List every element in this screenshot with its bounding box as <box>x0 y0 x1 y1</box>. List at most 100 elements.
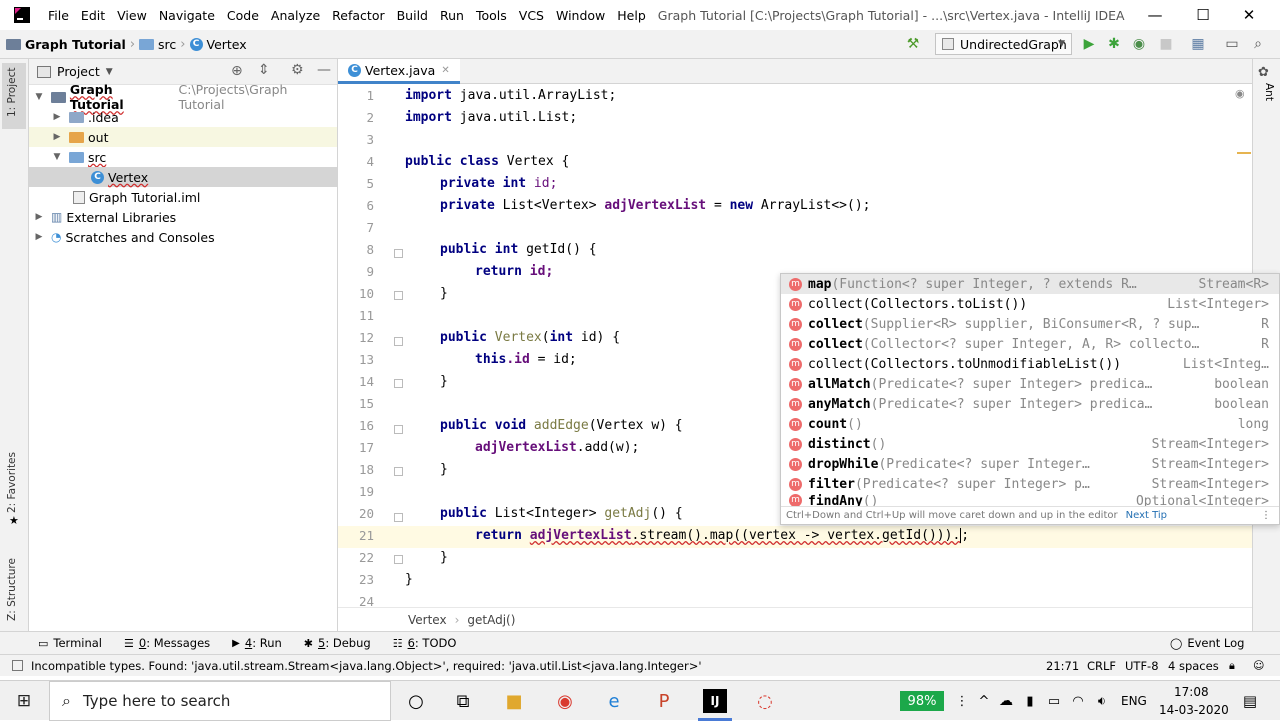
fold-marker-icon[interactable] <box>394 291 403 300</box>
completion-item[interactable]: m map (Function<? super Integer, ? extend… <box>781 274 1279 294</box>
menu-window[interactable]: Window <box>550 8 611 23</box>
fold-marker-icon[interactable] <box>394 337 403 346</box>
collapse-all-icon[interactable]: ⇕ <box>258 62 270 78</box>
powerpoint-icon[interactable]: P <box>652 689 676 713</box>
code-line-20[interactable]: public List<Integer> getAdj() { <box>440 506 683 521</box>
chevron-up-icon[interactable]: ^ <box>972 689 996 713</box>
project-structure-icon[interactable]: ▦ <box>1190 36 1206 52</box>
intellij-taskbar-icon[interactable]: IJ <box>703 689 727 713</box>
onedrive-icon[interactable]: ☁ <box>994 689 1018 713</box>
more-options-icon[interactable]: ⋮ <box>1261 510 1271 521</box>
debug-icon[interactable]: ✱ <box>1106 36 1122 52</box>
lock-icon[interactable]: 🔒︎ <box>1229 659 1235 673</box>
clock-date[interactable]: 14-03-2020 <box>1159 703 1229 717</box>
gear-icon[interactable]: ⚙ <box>291 62 304 78</box>
hidden-icons-icon[interactable]: ⋮ <box>950 689 974 713</box>
code-line-10[interactable]: } <box>440 286 448 301</box>
ant-icon[interactable]: ✿ <box>1258 65 1269 80</box>
menu-analyze[interactable]: Analyze <box>265 8 326 23</box>
code-line-21[interactable]: return adjVertexList.stream().map((verte… <box>475 528 970 543</box>
battery-indicator[interactable]: 98% <box>900 691 944 711</box>
completion-item[interactable]: m dropWhile (Predicate<? super Integer… S… <box>781 454 1279 474</box>
network-icon[interactable]: ▭ <box>1042 689 1066 713</box>
menu-vcs[interactable]: VCS <box>513 8 550 23</box>
nav-crumb-project[interactable]: Graph Tutorial <box>6 37 126 52</box>
code-line-1[interactable]: import java.util.ArrayList; <box>405 88 616 103</box>
completion-item[interactable]: m distinct() Stream<Integer> <box>781 434 1279 454</box>
panel-toggle-icon[interactable] <box>12 660 23 671</box>
line-separator[interactable]: CRLF <box>1087 659 1116 673</box>
warning-marker[interactable] <box>1237 152 1251 154</box>
next-tip-link[interactable]: Next Tip <box>1126 510 1167 521</box>
nav-crumb-src[interactable]: src <box>139 37 176 52</box>
project-panel-title[interactable]: Project <box>57 64 100 79</box>
completion-item[interactable]: m collect(Collectors.toUnmodifiableList(… <box>781 354 1279 374</box>
fold-marker-icon[interactable] <box>394 249 403 258</box>
code-line-12[interactable]: public Vertex(int id) { <box>440 330 620 345</box>
fold-marker-icon[interactable] <box>394 513 403 522</box>
taskbar-search[interactable]: ⌕ Type here to search <box>49 681 391 721</box>
volume-icon[interactable]: 🔉︎ <box>1090 689 1114 713</box>
menu-edit[interactable]: Edit <box>75 8 111 23</box>
tree-item-scratches[interactable]: ▶ ◔ Scratches and Consoles <box>29 227 337 247</box>
favorites-tool-label[interactable]: 2: Favorites <box>6 452 18 513</box>
completion-item[interactable]: m allMatch (Predicate<? super Integer> pr… <box>781 374 1279 394</box>
hide-panel-icon[interactable]: — <box>317 62 331 78</box>
debug-tool-button[interactable]: ✱ 5: Debug <box>304 636 371 650</box>
completion-item[interactable]: m findAny() Optional<Integer> <box>781 494 1279 506</box>
completion-item[interactable]: m collect (Collector<? super Integer, A, … <box>781 334 1279 354</box>
menu-run[interactable]: Run <box>434 8 470 23</box>
code-line-5[interactable]: private int id; <box>440 176 557 191</box>
clock-time[interactable]: 17:08 <box>1174 685 1209 699</box>
notifications-icon[interactable]: ▤ <box>1238 689 1262 713</box>
todo-tool-button[interactable]: ☷ 6: TODO <box>393 636 457 650</box>
run-config-select[interactable]: UndirectedGraph ▼ <box>935 33 1072 55</box>
wifi-icon[interactable]: ◠ <box>1066 689 1090 713</box>
breadcrumb-method[interactable]: getAdj() <box>467 613 515 627</box>
fold-marker-icon[interactable] <box>394 555 403 564</box>
file-explorer-icon[interactable]: ■ <box>502 689 526 713</box>
code-line-2[interactable]: import java.util.List; <box>405 110 577 125</box>
structure-tool-label[interactable]: Z: Structure <box>6 558 18 621</box>
tree-item-idea[interactable]: ▶ .idea <box>29 107 337 127</box>
completion-item[interactable]: m collect(Collectors.toList()) List<Inte… <box>781 294 1279 314</box>
search-everywhere-icon[interactable]: ⌕ <box>1250 36 1266 52</box>
code-line-8[interactable]: public int getId() { <box>440 242 597 257</box>
code-line-18[interactable]: } <box>440 462 448 477</box>
messages-tool-button[interactable]: ☰ 0: Messages <box>124 636 210 650</box>
chrome-icon[interactable]: ◉ <box>553 689 577 713</box>
menu-code[interactable]: Code <box>221 8 265 23</box>
menu-build[interactable]: Build <box>391 8 434 23</box>
code-line-4[interactable]: public class Vertex { <box>405 154 569 169</box>
coverage-icon[interactable]: ◉ <box>1131 36 1147 52</box>
tree-item-vertex[interactable]: C Vertex <box>29 167 337 187</box>
ant-tool-label[interactable]: Ant <box>1263 83 1275 101</box>
fold-marker-icon[interactable] <box>394 379 403 388</box>
chevron-down-icon[interactable]: ▼ <box>106 67 113 77</box>
code-line-6[interactable]: private List<Vertex> adjVertexList = new… <box>440 198 871 213</box>
menu-help[interactable]: Help <box>611 8 652 23</box>
minimize-button[interactable]: — <box>1132 0 1178 30</box>
run-icon[interactable]: ▶ <box>1081 36 1097 52</box>
code-line-23[interactable]: } <box>405 572 413 587</box>
code-line-17[interactable]: adjVertexList.add(w); <box>475 440 639 455</box>
completion-item[interactable]: m collect (Supplier<R> supplier, BiConsum… <box>781 314 1279 334</box>
completion-item[interactable]: m count() long <box>781 414 1279 434</box>
completion-item[interactable]: m anyMatch (Predicate<? super Integer> pr… <box>781 394 1279 414</box>
menu-tools[interactable]: Tools <box>470 8 513 23</box>
code-line-16[interactable]: public void addEdge(Vertex w) { <box>440 418 683 433</box>
tree-item-iml[interactable]: Graph Tutorial.iml <box>29 187 337 207</box>
fold-marker-icon[interactable] <box>394 467 403 476</box>
terminal-tool-button[interactable]: ▭ Terminal <box>38 636 102 650</box>
locate-icon[interactable]: ⊕ <box>231 63 243 79</box>
tree-item-graph-tutorial[interactable]: ▼ Graph Tutorial C:\Projects\Graph Tutor… <box>29 82 337 112</box>
recorder-icon[interactable]: ◌ <box>753 689 777 713</box>
language-indicator[interactable]: ENG <box>1121 694 1147 708</box>
maximize-button[interactable]: ☐ <box>1180 0 1226 30</box>
inspector-icon[interactable]: ☺ <box>1253 659 1264 672</box>
usb-icon[interactable]: ▮ <box>1018 689 1042 713</box>
tree-item-out[interactable]: ▶ out <box>29 127 337 147</box>
code-line-14[interactable]: } <box>440 374 448 389</box>
code-line-9[interactable]: return id; <box>475 264 553 279</box>
caret-position[interactable]: 21:71 <box>1046 659 1079 673</box>
